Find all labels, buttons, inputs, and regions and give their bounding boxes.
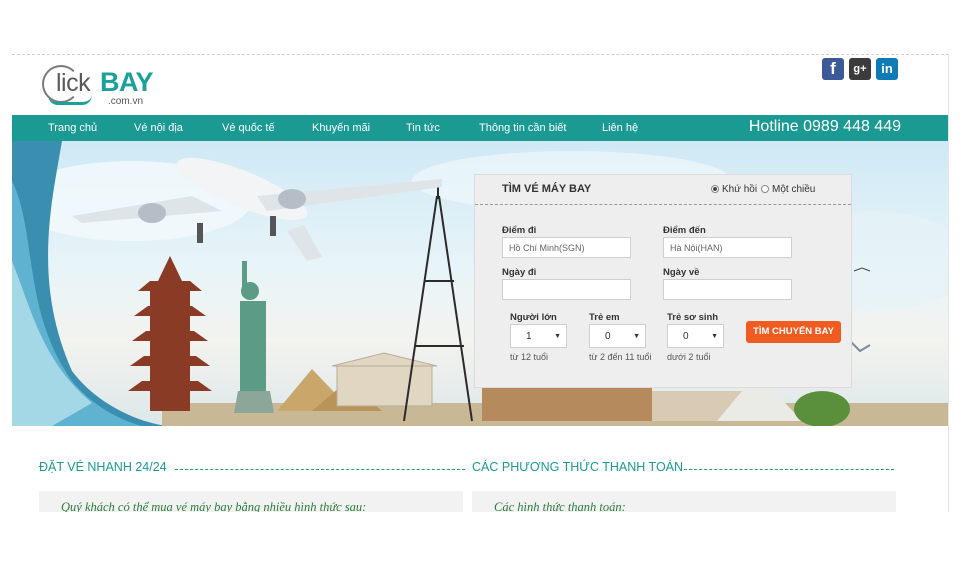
radio-dot-unselected [761,185,769,193]
linkedin-icon[interactable]: in [876,58,898,80]
child-label: Trẻ em [589,312,620,323]
infant-hint: dưới 2 tuổi [667,352,711,362]
statue-of-liberty-illustration [234,261,274,413]
search-title: TÌM VÉ MÁY BAY [502,183,592,195]
child-select-value: 0 [605,331,611,342]
adult-select-value: 1 [526,331,532,342]
nav-item-promotions[interactable]: Khuyến mãi [312,122,370,134]
radio-dot-selected [711,185,719,193]
googleplus-icon[interactable]: g+ [849,58,871,80]
to-input[interactable]: Hà Nội(HAN) [663,237,792,258]
logo-domain: .com.vn [108,96,144,107]
logo-text-lick: lick [56,69,91,97]
adult-select[interactable]: 1 ▼ [510,324,567,348]
adult-hint: từ 12 tuổi [510,352,549,362]
nav-item-international[interactable]: Vé quốc tế [222,122,275,134]
facebook-icon[interactable]: f [822,58,844,80]
adult-label: Người lớn [510,312,557,323]
nav-item-news[interactable]: Tin tức [406,122,440,134]
logo-text-bay: BAY [100,67,154,97]
radio-one-way-label: Một chiều [772,184,816,195]
radio-round-trip[interactable]: Khứ hồi [711,184,757,195]
from-input[interactable]: Hồ Chí Minh(SGN) [502,237,631,258]
chevron-down-icon: ▼ [633,333,640,340]
parthenon-illustration [331,352,438,407]
quick-booking-text: Quý khách có thể mua vé máy bay bằng nhi… [61,500,367,512]
quick-booking-title: ĐẶT VÉ NHANH 24/24 [39,460,167,474]
radio-one-way[interactable]: Một chiều [761,184,815,195]
nav-item-contact[interactable]: Liên hệ [602,122,638,134]
from-label: Điểm đi [502,225,537,236]
to-label: Điểm đến [663,225,706,236]
depart-date-input[interactable] [502,279,631,300]
return-date-label: Ngày về [663,267,700,278]
chevron-down-icon: ▼ [554,333,561,340]
nav-item-domestic[interactable]: Vé nội địa [134,122,183,134]
nav-item-info[interactable]: Thông tin cần biết [479,122,566,134]
infant-label: Trẻ sơ sinh [667,312,719,323]
flight-search-box: TÌM VÉ MÁY BAY Khứ hồi Một chiều Điểm đi… [474,174,852,388]
pagoda-illustration [128,256,212,411]
search-flights-button[interactable]: TÌM CHUYẾN BAY [746,321,841,343]
depart-date-label: Ngày đi [502,267,537,278]
nav-item-home[interactable]: Trang chủ [48,122,97,134]
infant-select-value: 0 [683,331,689,342]
payment-methods-divider [684,469,894,470]
clickbay-logo[interactable]: lick BAY .com.vn [42,65,172,109]
infant-select[interactable]: 0 ▼ [667,324,724,348]
child-select[interactable]: 0 ▼ [589,324,646,348]
payment-methods-title: CÁC PHƯƠNG THỨC THANH TOÁN [472,460,684,474]
radio-round-trip-label: Khứ hồi [722,184,758,195]
hotline-number: Hotline 0989 448 449 [748,118,901,135]
payment-methods-text: Các hình thức thanh toán: [494,500,626,512]
quick-booking-divider [175,469,465,470]
child-hint: từ 2 đến 11 tuổi [589,352,652,362]
page-frame: lick BAY .com.vn f g+ in Trang chủ Vé nộ… [12,54,949,512]
main-nav: Trang chủ Vé nội địa Vé quốc tế Khuyến m… [12,115,948,141]
chevron-down-icon: ▼ [711,333,718,340]
search-header: TÌM VÉ MÁY BAY Khứ hồi Một chiều [475,175,851,205]
return-date-input[interactable] [663,279,792,300]
